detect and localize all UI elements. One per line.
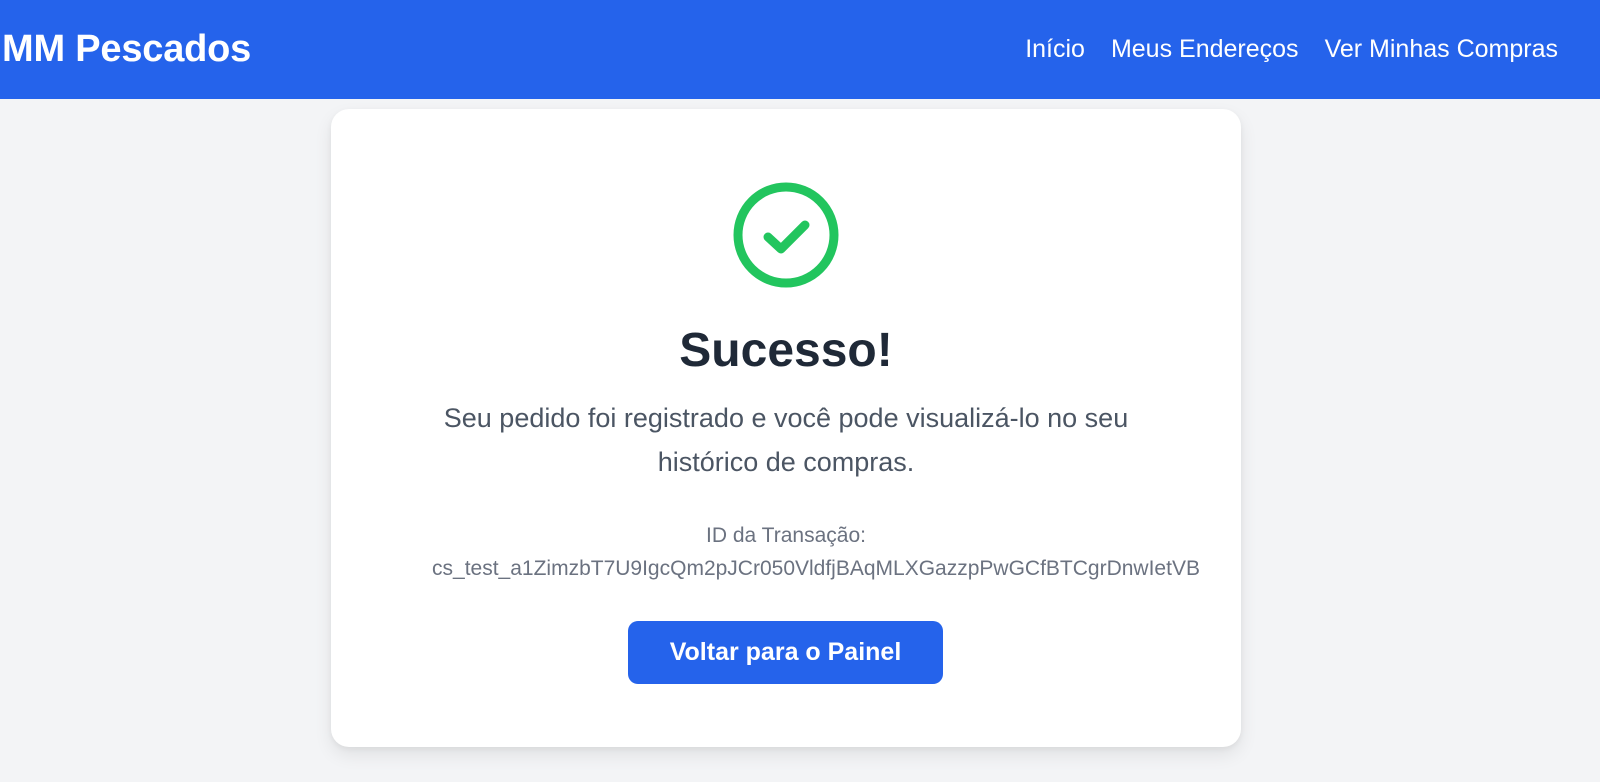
nav-link-ver-minhas-compras[interactable]: Ver Minhas Compras bbox=[1325, 35, 1558, 64]
nav-link-meus-enderecos[interactable]: Meus Endereços bbox=[1111, 35, 1299, 64]
back-to-dashboard-button[interactable]: Voltar para o Painel bbox=[628, 621, 943, 684]
transaction-id-value: cs_test_a1ZimzbT7U9IgcQm2pJCr050VldfjBAq… bbox=[432, 557, 1200, 580]
check-circle-icon bbox=[733, 182, 839, 288]
success-title: Sucesso! bbox=[679, 324, 893, 377]
nav-links: Início Meus Endereços Ver Minhas Compras bbox=[1025, 35, 1558, 64]
transaction-id-label: ID da Transação: bbox=[706, 524, 866, 547]
success-message: Seu pedido foi registrado e você pode vi… bbox=[443, 403, 1129, 477]
top-navbar: MM Pescados Início Meus Endereços Ver Mi… bbox=[0, 0, 1600, 99]
nav-link-inicio[interactable]: Início bbox=[1025, 35, 1085, 64]
brand-logo-text[interactable]: MM Pescados bbox=[2, 28, 251, 71]
